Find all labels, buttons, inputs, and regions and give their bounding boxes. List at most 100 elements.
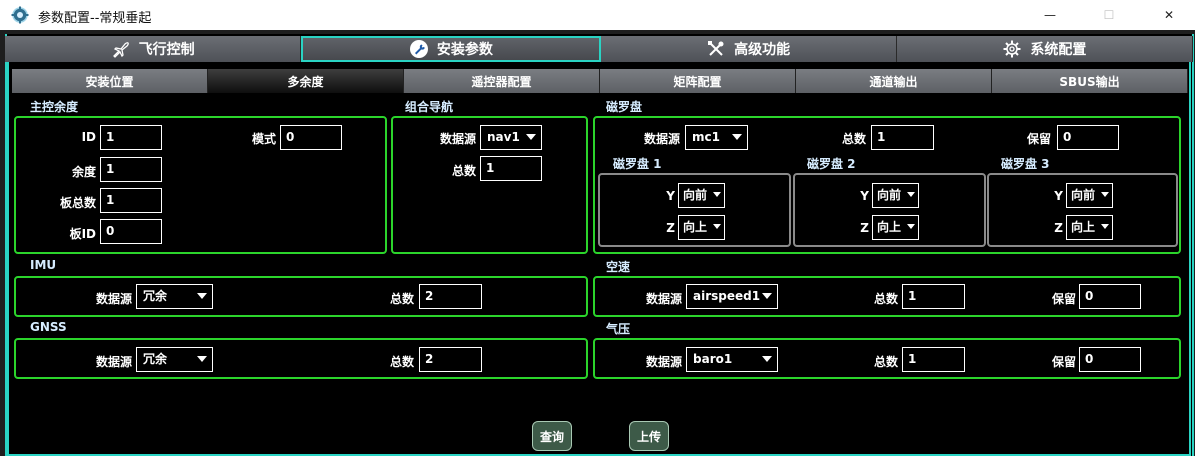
gnss-source-label: 数据源	[95, 355, 132, 369]
compass-reserve-input[interactable]: 0	[1057, 125, 1119, 150]
baro-total-input[interactable]: 1	[902, 347, 965, 372]
compass-1-y-select[interactable]: 向前	[678, 183, 725, 208]
chevron-down-icon	[1101, 224, 1109, 229]
compass-3-z-label: Z	[1054, 221, 1063, 235]
nav-source-select[interactable]: nav1	[480, 125, 542, 150]
tab-label: 高级功能	[734, 42, 791, 58]
query-button[interactable]: 查询	[532, 421, 572, 451]
compass-3-title: 磁罗盘 3	[1001, 157, 1050, 171]
imu-total-label: 总数	[389, 292, 414, 306]
compass-2-y-value: 向前	[877, 188, 902, 202]
compass-source-value: mc1	[692, 130, 720, 144]
compass-2-z-select[interactable]: 向上	[872, 215, 919, 240]
imu-source-select[interactable]: 冗余	[136, 284, 213, 309]
chevron-down-icon	[907, 192, 915, 197]
id-label: ID	[81, 130, 96, 144]
tab-advanced[interactable]: 高级功能	[600, 36, 897, 62]
gnss-title: GNSS	[30, 320, 67, 334]
compass-reserve-label: 保留	[1026, 132, 1051, 146]
baro-title: 气压	[606, 322, 631, 336]
gnss-source-value: 冗余	[143, 352, 168, 366]
tab-flight-control[interactable]: 飞行控制	[5, 36, 302, 62]
compass-total-label: 总数	[841, 132, 866, 146]
compass-1-z-select[interactable]: 向上	[678, 215, 725, 240]
board-total-input[interactable]: 1	[100, 188, 162, 213]
compass-3-z-value: 向上	[1071, 220, 1096, 234]
baro-source-select[interactable]: baro1	[686, 347, 778, 372]
window-titlebar: 参数配置--常规垂起 — ☐ ✕	[0, 0, 1195, 30]
chevron-down-icon	[907, 224, 915, 229]
chevron-down-icon	[197, 356, 207, 362]
chevron-down-icon	[526, 134, 536, 140]
redundancy-label: 余度	[71, 165, 96, 179]
compass-2-title: 磁罗盘 2	[807, 157, 856, 171]
chevron-down-icon	[762, 293, 772, 299]
minimize-button[interactable]: —	[1027, 0, 1073, 30]
compass-3-z-select[interactable]: 向上	[1066, 215, 1113, 240]
compass-1-title: 磁罗盘 1	[613, 157, 662, 171]
airplane-icon	[112, 42, 129, 58]
compass-2-z-label: Z	[860, 221, 869, 235]
imu-title: IMU	[30, 258, 57, 272]
compass-3-y-select[interactable]: 向前	[1066, 183, 1113, 208]
redundancy-input[interactable]: 1	[100, 157, 162, 182]
tab-system-config[interactable]: 系统配置	[896, 36, 1193, 62]
board-total-label: 板总数	[59, 196, 96, 210]
nav-source-label: 数据源	[439, 132, 476, 146]
subtab-sbus-output[interactable]: SBUS输出	[992, 69, 1188, 93]
chevron-down-icon	[762, 356, 772, 362]
tools-icon	[708, 41, 724, 56]
compass-total-input[interactable]: 1	[871, 125, 934, 150]
id-input[interactable]: 1	[100, 125, 162, 150]
compass-3-y-label: Y	[1054, 189, 1063, 203]
imu-source-label: 数据源	[95, 292, 132, 306]
airspeed-source-select[interactable]: airspeed1	[686, 284, 778, 309]
gnss-total-label: 总数	[389, 355, 414, 369]
chevron-down-icon	[197, 293, 207, 299]
subtab-redundancy[interactable]: 多余度	[208, 69, 404, 93]
airspeed-source-label: 数据源	[645, 292, 682, 306]
compass-source-select[interactable]: mc1	[685, 125, 748, 150]
subtab-rc-config[interactable]: 遥控器配置	[404, 69, 600, 93]
main-tab-bar: 飞行控制 安装参数 高级功能 系统配置	[5, 36, 1193, 62]
imu-source-value: 冗余	[143, 289, 168, 303]
maximize-button[interactable]: ☐	[1086, 0, 1132, 30]
upload-button[interactable]: 上传	[629, 421, 669, 451]
baro-source-label: 数据源	[645, 355, 682, 369]
board-id-label: 板ID	[69, 227, 96, 241]
baro-total-label: 总数	[873, 355, 898, 369]
subtab-matrix-config[interactable]: 矩阵配置	[600, 69, 796, 93]
nav-total-input[interactable]: 1	[480, 156, 542, 181]
baro-source-value: baro1	[693, 352, 733, 366]
airspeed-total-input[interactable]: 1	[902, 284, 965, 309]
gear-icon	[1003, 40, 1021, 58]
baro-reserve-label: 保留	[1051, 355, 1076, 369]
gnss-source-select[interactable]: 冗余	[136, 347, 213, 372]
close-button[interactable]: ✕	[1146, 0, 1192, 30]
gnss-total-input[interactable]: 2	[419, 347, 482, 372]
compass-1-z-label: Z	[666, 221, 675, 235]
tab-label: 安装参数	[436, 42, 493, 58]
airspeed-source-value: airspeed1	[693, 289, 761, 303]
mode-input[interactable]: 0	[280, 125, 342, 150]
subtab-install-position[interactable]: 安装位置	[12, 69, 208, 93]
app-logo-icon	[11, 6, 29, 24]
baro-reserve-input[interactable]: 0	[1079, 347, 1141, 372]
tab-install-params[interactable]: 安装参数	[301, 36, 601, 62]
compass-2-z-value: 向上	[877, 220, 902, 234]
subtab-channel-output[interactable]: 通道输出	[796, 69, 992, 93]
airspeed-reserve-input[interactable]: 0	[1079, 284, 1141, 309]
main-control-title: 主控余度	[30, 100, 79, 114]
chevron-down-icon	[713, 224, 721, 229]
sub-tab-bar: 安装位置 多余度 遥控器配置 矩阵配置 通道输出 SBUS输出	[12, 69, 1188, 93]
imu-total-input[interactable]: 2	[419, 284, 482, 309]
integrated-nav-title: 组合导航	[405, 100, 454, 114]
compass-title: 磁罗盘	[606, 100, 643, 114]
wrench-icon	[409, 40, 428, 58]
airspeed-reserve-label: 保留	[1051, 292, 1076, 306]
chevron-down-icon	[732, 134, 742, 140]
board-id-input[interactable]: 0	[100, 219, 162, 244]
chevron-down-icon	[1101, 192, 1109, 197]
mode-label: 模式	[251, 132, 276, 146]
compass-2-y-select[interactable]: 向前	[872, 183, 919, 208]
